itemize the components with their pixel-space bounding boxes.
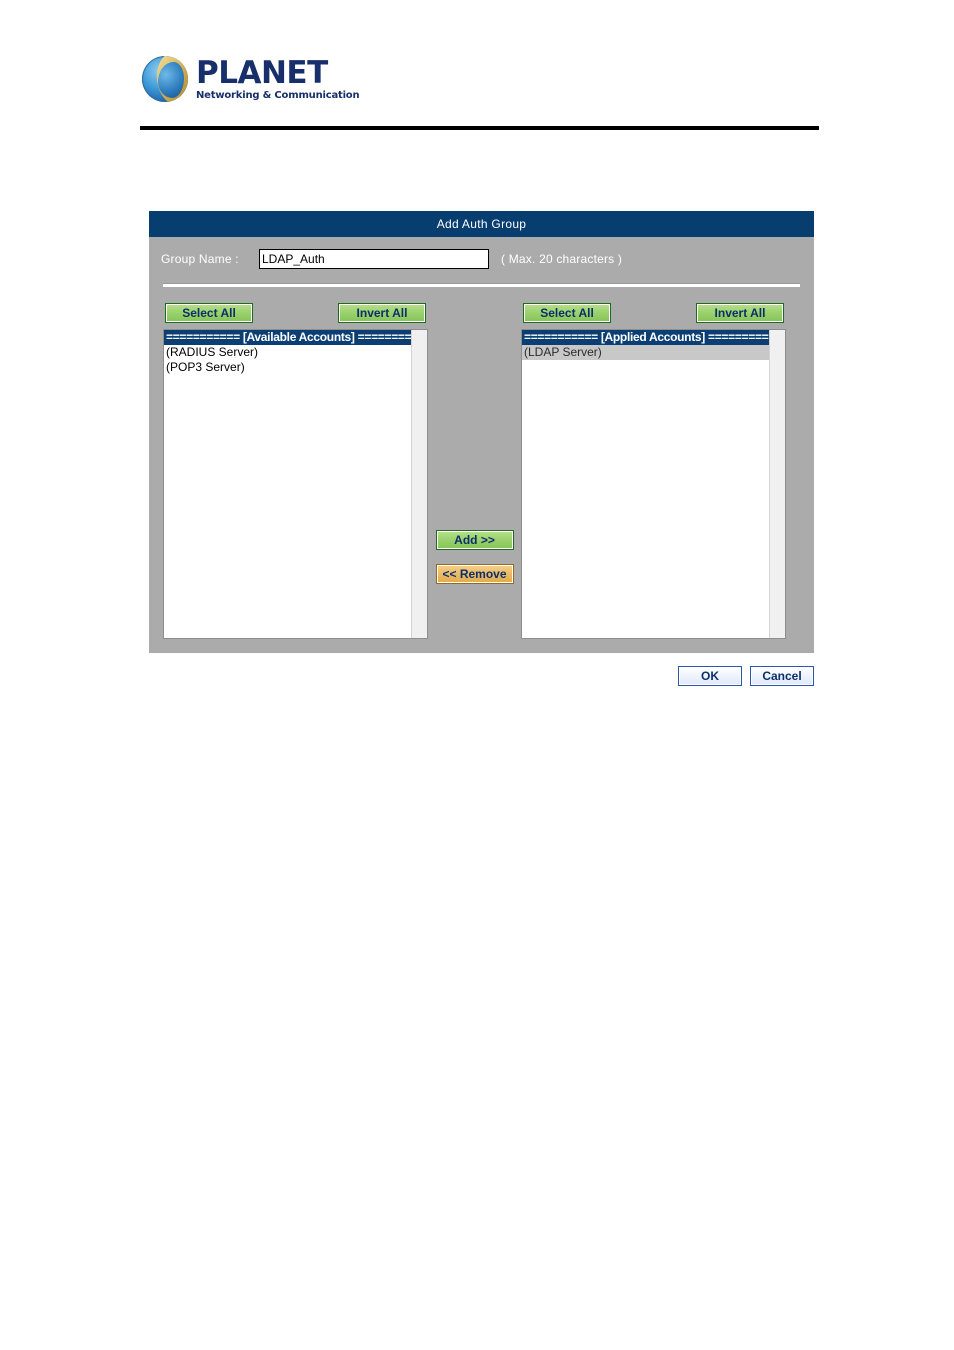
add-button[interactable]: Add >> <box>435 530 514 550</box>
available-accounts-items: =========== [Available Accounts] =======… <box>164 330 411 375</box>
group-name-input[interactable] <box>259 249 489 269</box>
add-auth-group-dialog: Add Auth Group Group Name : ( Max. 20 ch… <box>149 211 814 653</box>
ok-button[interactable]: OK <box>678 666 742 686</box>
list-item[interactable]: =========== [Available Accounts] =======… <box>164 330 411 345</box>
planet-globe-icon <box>142 56 188 102</box>
list-item[interactable]: (RADIUS Server) <box>164 345 411 360</box>
available-panel-buttons: Select All Invert All <box>163 303 428 329</box>
dialog-title-bar: Add Auth Group <box>149 211 814 237</box>
brand-tagline: Networking & Communication <box>196 90 360 101</box>
brand-name: PLANET <box>196 55 328 91</box>
brand-logo: PLANET Networking & Communication <box>142 55 360 102</box>
list-item[interactable]: (LDAP Server) <box>522 345 769 360</box>
list-item[interactable]: (POP3 Server) <box>164 360 411 375</box>
account-transfer-area: Select All Invert All =========== [Avail… <box>149 287 814 639</box>
applied-accounts-listbox[interactable]: =========== [Applied Accounts] =========… <box>521 329 786 639</box>
applied-panel-buttons: Select All Invert All <box>521 303 786 329</box>
applied-listbox-scrollbar[interactable] <box>769 330 785 638</box>
remove-button[interactable]: << Remove <box>435 564 514 584</box>
page-title: Add Auth Group <box>436 217 527 231</box>
applied-invert-all-button[interactable]: Invert All <box>696 303 784 323</box>
page-header: PLANET Networking & Communication <box>0 0 954 140</box>
group-name-label: Group Name : <box>161 252 239 266</box>
list-item[interactable]: =========== [Applied Accounts] =========… <box>522 330 769 345</box>
group-name-row: Group Name : ( Max. 20 characters ) <box>149 237 814 281</box>
group-name-hint: ( Max. 20 characters ) <box>501 252 623 266</box>
applied-accounts-items: =========== [Applied Accounts] =========… <box>522 330 769 360</box>
brand-text: PLANET Networking & Communication <box>196 55 360 102</box>
cancel-button[interactable]: Cancel <box>750 666 814 686</box>
transfer-buttons-column: Add >> << Remove <box>428 303 521 639</box>
available-accounts-panel: Select All Invert All =========== [Avail… <box>163 303 428 639</box>
applied-select-all-button[interactable]: Select All <box>523 303 611 323</box>
dialog-body: Group Name : ( Max. 20 characters ) Sele… <box>149 237 814 653</box>
available-invert-all-button[interactable]: Invert All <box>338 303 426 323</box>
available-select-all-button[interactable]: Select All <box>165 303 253 323</box>
available-listbox-scrollbar[interactable] <box>411 330 427 638</box>
applied-accounts-panel: Select All Invert All =========== [Appli… <box>521 303 786 639</box>
dialog-footer: OK Cancel <box>149 666 814 686</box>
available-accounts-listbox[interactable]: =========== [Available Accounts] =======… <box>163 329 428 639</box>
header-divider <box>140 126 819 130</box>
